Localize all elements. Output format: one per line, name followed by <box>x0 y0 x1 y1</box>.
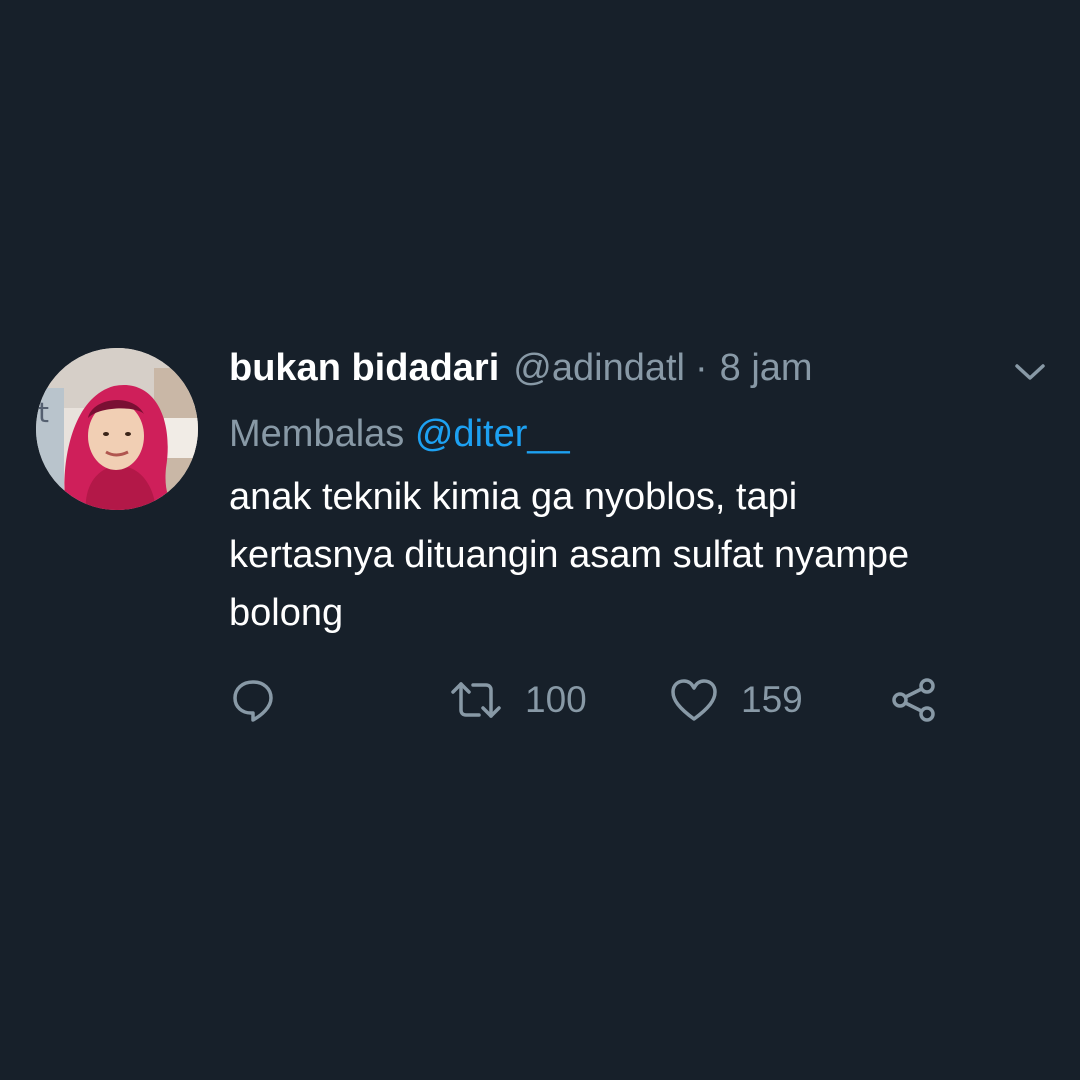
comment-icon <box>233 680 273 722</box>
svg-text:t: t <box>38 396 49 429</box>
replying-to-label: Membalas <box>229 413 405 455</box>
author-handle[interactable]: @adindatl <box>513 342 685 394</box>
heart-icon <box>671 679 717 721</box>
tweet-header: bukan bidadari @adindatl · 8 jam <box>229 342 813 394</box>
share-button[interactable] <box>889 672 939 728</box>
more-options-button[interactable] <box>1008 352 1052 392</box>
share-icon <box>892 678 935 722</box>
tweet-actions: 100 159 <box>229 672 989 728</box>
retweet-icon <box>451 682 501 718</box>
like-button[interactable]: 159 <box>669 672 803 728</box>
tweet-text-line: kertasnya dituangin asam sulfat nyampe <box>229 534 910 576</box>
tweet-text-line: anak teknik kimia ga nyoblos, tapi <box>229 476 798 518</box>
like-count: 159 <box>741 679 803 720</box>
reply-button[interactable] <box>229 672 277 728</box>
retweet-button[interactable]: 100 <box>449 672 587 728</box>
timestamp[interactable]: 8 jam <box>720 342 813 394</box>
tweet-card: t bukan bidadari @adindatl · 8 jam Memba… <box>0 0 1080 1080</box>
avatar[interactable]: t <box>36 348 198 510</box>
replying-to-mention[interactable]: @diter__ <box>415 413 570 455</box>
chevron-down-icon <box>1015 364 1045 380</box>
author-display-name[interactable]: bukan bidadari <box>229 342 499 394</box>
retweet-count: 100 <box>525 679 587 720</box>
replying-to-line: Membalas @diter__ <box>229 408 570 460</box>
separator-dot: · <box>694 347 708 389</box>
tweet-text-line: bolong <box>229 592 344 634</box>
tweet-text: anak teknik kimia ga nyoblos, tapi kerta… <box>229 468 1059 642</box>
avatar-photo: t <box>36 348 198 510</box>
